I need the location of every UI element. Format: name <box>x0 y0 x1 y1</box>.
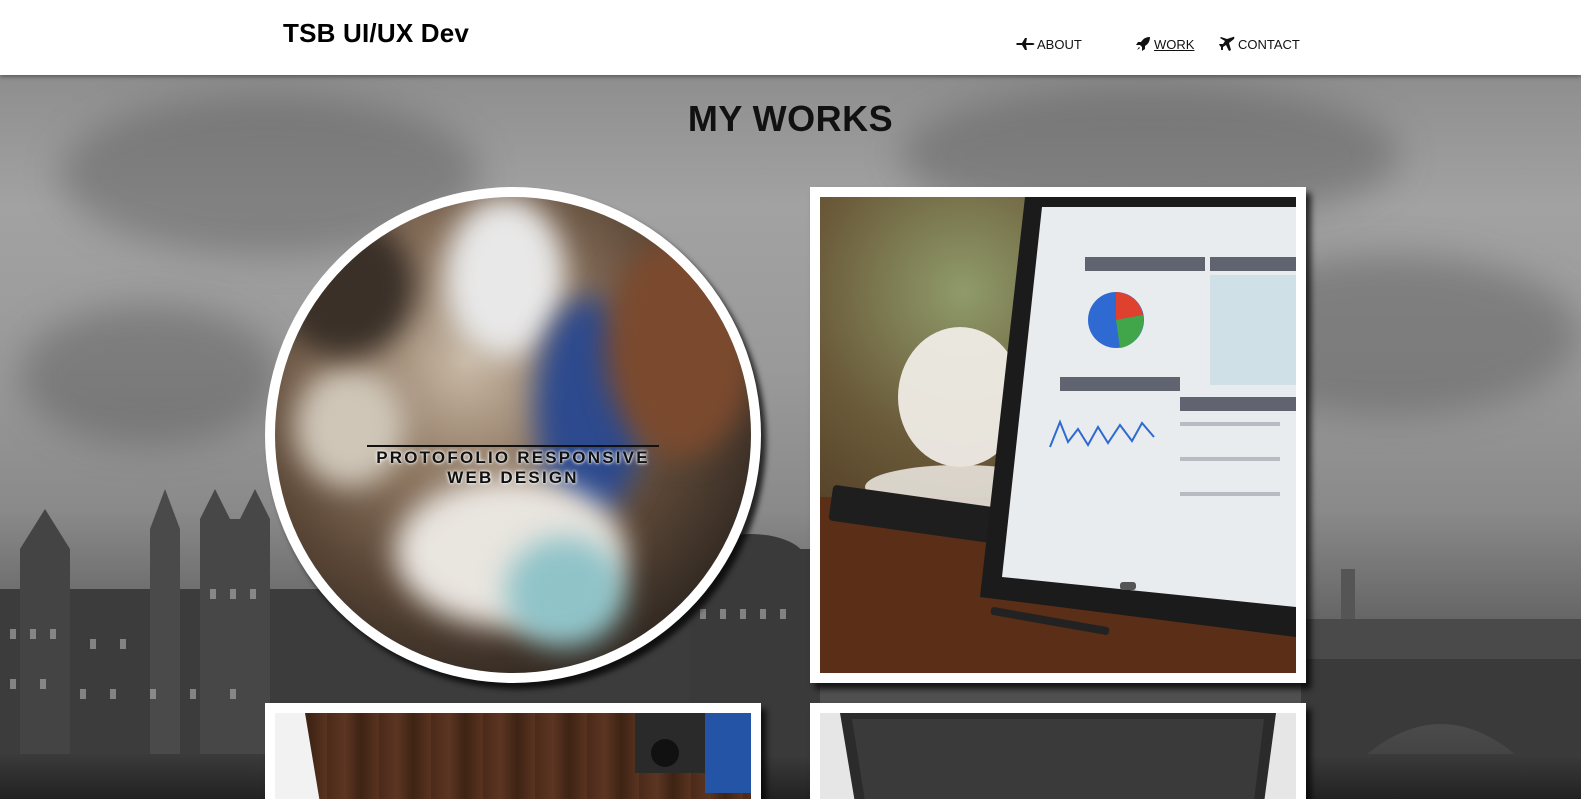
work-card-circle[interactable]: PROTOFOLIO RESPONSIVE WEB DESIGN <box>265 187 761 683</box>
nav-item-work[interactable]: WORK <box>1133 36 1194 52</box>
tablet-analytics-photo <box>820 197 1296 673</box>
top-navbar: TSB UI/UX Dev ABOUT WORK CONTACT <box>0 0 1581 75</box>
caption-divider <box>367 445 659 447</box>
card-caption: PROTOFOLIO RESPONSIVE WEB DESIGN <box>265 445 761 488</box>
wood-photo-illustration <box>275 713 751 799</box>
hero-background <box>0 75 1581 799</box>
blurred-desk-photo <box>275 197 751 673</box>
nav-item-about[interactable]: ABOUT <box>1016 36 1082 52</box>
laptop-photo-illustration <box>820 713 1296 799</box>
tablet-photo-illustration <box>820 197 1296 673</box>
work-card-laptop[interactable] <box>810 703 1306 799</box>
card-caption-text: PROTOFOLIO RESPONSIVE WEB DESIGN <box>376 448 650 487</box>
rocket-icon <box>1136 37 1150 51</box>
plane-icon <box>1016 38 1035 50</box>
work-card-tablet[interactable] <box>810 187 1306 683</box>
brand-logo-text[interactable]: TSB UI/UX Dev <box>283 18 469 49</box>
airplane-icon <box>1219 36 1235 51</box>
river-water <box>0 754 1581 799</box>
nav-label-about: ABOUT <box>1037 36 1082 52</box>
laptop-photo <box>820 713 1296 799</box>
work-card-wood[interactable] <box>265 703 761 799</box>
bridge-silhouette <box>1301 569 1581 779</box>
wood-camera-photo <box>275 713 751 799</box>
nav-item-contact[interactable]: CONTACT <box>1217 36 1300 52</box>
nav-label-contact: CONTACT <box>1238 36 1300 52</box>
page-title: MY WORKS <box>687 98 894 139</box>
nav-label-work: WORK <box>1154 36 1195 52</box>
